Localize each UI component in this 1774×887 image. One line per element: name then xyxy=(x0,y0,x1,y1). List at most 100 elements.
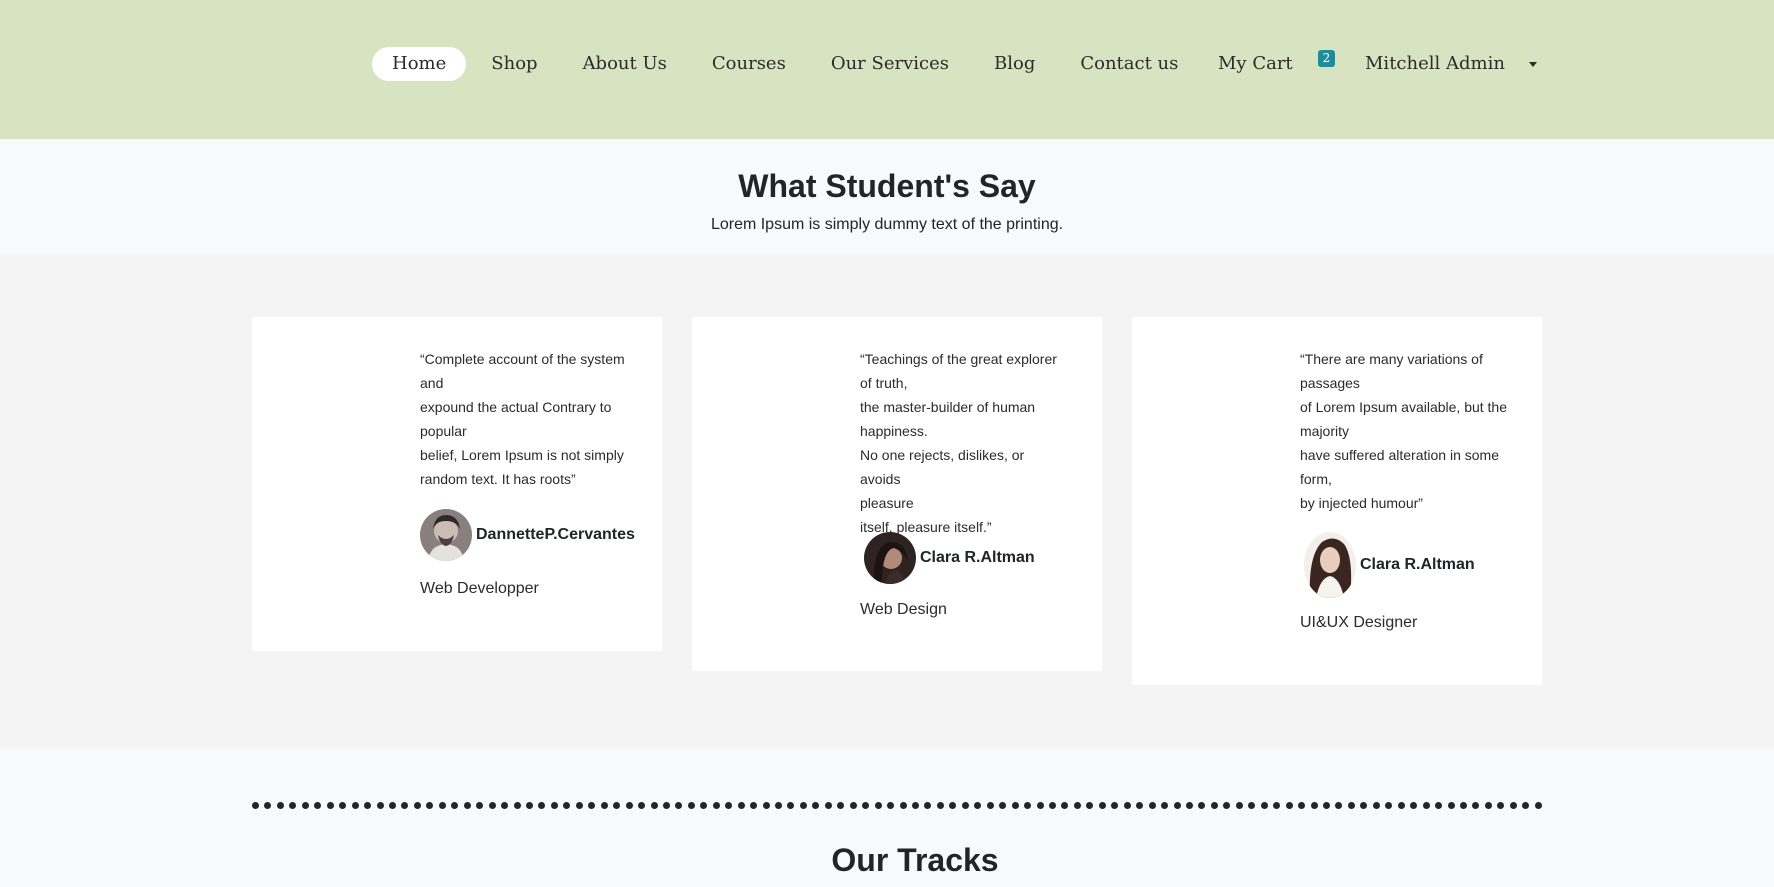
avatar xyxy=(1304,532,1356,598)
testimonials-intro: What Student's Say Lorem Ipsum is simply… xyxy=(0,139,1774,255)
divider-dot xyxy=(276,802,284,809)
divider-dot xyxy=(388,802,396,809)
divider-dot xyxy=(376,802,384,809)
divider-dot xyxy=(1310,802,1318,809)
divider-dot xyxy=(488,802,496,809)
testimonial-card: “Complete account of the system and expo… xyxy=(252,317,662,651)
divider-dot xyxy=(912,802,920,809)
caret-down-icon[interactable] xyxy=(1528,62,1537,67)
divider-dot xyxy=(775,802,783,809)
cart-count-badge: 2 xyxy=(1317,50,1336,67)
divider-dot xyxy=(762,802,770,809)
divider-dot xyxy=(525,802,533,809)
divider-dot xyxy=(899,802,907,809)
divider-dot xyxy=(700,802,708,809)
divider-dot xyxy=(1509,802,1517,809)
divider-dot xyxy=(1049,802,1056,809)
nav-our-services[interactable]: Our Services xyxy=(811,47,969,81)
divider-dot xyxy=(924,802,932,809)
divider-dot xyxy=(936,802,944,809)
divider-dot xyxy=(314,802,322,809)
divider-dot xyxy=(1260,802,1268,809)
nav-shop[interactable]: Shop xyxy=(471,47,557,81)
divider-dot xyxy=(1036,802,1044,809)
divider-dot xyxy=(1385,802,1393,809)
cart-link[interactable]: My Cart 2 xyxy=(1218,50,1336,74)
nav-contact-us[interactable]: Contact us xyxy=(1060,47,1198,81)
divider-dot xyxy=(600,802,608,809)
site-header: Home Shop About Us Courses Our Services … xyxy=(0,0,1774,139)
author-role: Web Design xyxy=(860,601,947,618)
testimonial-quote: “Teachings of the great explorer of trut… xyxy=(860,351,1057,535)
divider-dot xyxy=(326,802,334,809)
divider-dot xyxy=(588,802,596,809)
testimonial-author: Clara R.Altman xyxy=(1304,532,1475,598)
divider-dot xyxy=(1534,802,1542,809)
user-menu[interactable]: Mitchell Admin xyxy=(1365,53,1537,74)
testimonial-author: Clara R.Altman xyxy=(864,532,1035,584)
divider-dot xyxy=(1011,802,1019,809)
divider-dot xyxy=(1024,802,1032,809)
divider-dot xyxy=(301,802,309,809)
divider-dot xyxy=(1210,802,1218,809)
divider-dot xyxy=(1285,802,1293,809)
divider-dot xyxy=(1347,802,1355,809)
author-role: UI&UX Designer xyxy=(1300,614,1418,631)
divider-dot xyxy=(1273,802,1281,809)
divider-dot xyxy=(1173,802,1181,809)
nav-blog[interactable]: Blog xyxy=(974,47,1055,81)
author-name: Clara R.Altman xyxy=(920,549,1035,566)
cart-label[interactable]: My Cart xyxy=(1218,53,1293,74)
divider-dot xyxy=(887,802,895,809)
testimonial-quote: “There are many variations of passages o… xyxy=(1300,351,1508,511)
divider-dot xyxy=(252,802,259,809)
divider-dot xyxy=(1484,802,1492,809)
testimonials-band: “Complete account of the system and expo… xyxy=(0,255,1774,749)
divider-dot xyxy=(413,802,421,809)
section-title: What Student's Say xyxy=(738,168,1036,204)
divider-dot xyxy=(949,802,957,809)
divider-dot xyxy=(1185,802,1193,809)
main-nav: Home Shop About Us Courses Our Services … xyxy=(372,47,1203,81)
divider-dot xyxy=(1472,802,1480,809)
divider-dot xyxy=(1161,802,1169,809)
divider-dot xyxy=(339,802,347,809)
divider-dot xyxy=(1335,802,1343,809)
divider-dot xyxy=(1111,802,1119,809)
divider-dot xyxy=(1248,802,1256,809)
divider-dot xyxy=(1235,802,1243,809)
user-name[interactable]: Mitchell Admin xyxy=(1365,53,1505,74)
divider-dot xyxy=(1410,802,1418,809)
divider-dot xyxy=(1435,802,1443,809)
divider-dot xyxy=(451,802,459,809)
avatar xyxy=(420,509,472,561)
author-role: Web Developper xyxy=(420,580,539,597)
divider-dot xyxy=(737,802,745,809)
divider-dot xyxy=(1322,802,1330,809)
divider-dot xyxy=(638,802,646,809)
divider-dot xyxy=(862,802,870,809)
nav-about-us[interactable]: About Us xyxy=(563,47,687,81)
divider-dot xyxy=(1223,802,1231,809)
divider-dot xyxy=(476,802,484,809)
divider-dot xyxy=(974,802,982,809)
nav-home[interactable]: Home xyxy=(372,47,467,81)
divider-dot xyxy=(401,802,409,809)
divider-dot xyxy=(1372,802,1380,809)
divider-dot xyxy=(426,802,434,809)
divider-dot xyxy=(874,802,882,809)
divider-dot xyxy=(501,802,509,809)
divider-dot xyxy=(364,802,372,809)
divider-dot xyxy=(1123,802,1131,809)
divider-dot xyxy=(824,802,832,809)
divider-dot xyxy=(1098,802,1106,809)
divider-dot xyxy=(687,802,695,809)
divider-dot xyxy=(662,802,670,809)
divider-dot xyxy=(575,802,583,809)
divider-dot xyxy=(849,802,857,809)
divider-dot xyxy=(999,802,1007,809)
divider-dot xyxy=(1497,802,1505,809)
nav-courses[interactable]: Courses xyxy=(692,47,806,81)
divider-dot xyxy=(1459,802,1467,809)
divider-dot xyxy=(1086,802,1094,809)
